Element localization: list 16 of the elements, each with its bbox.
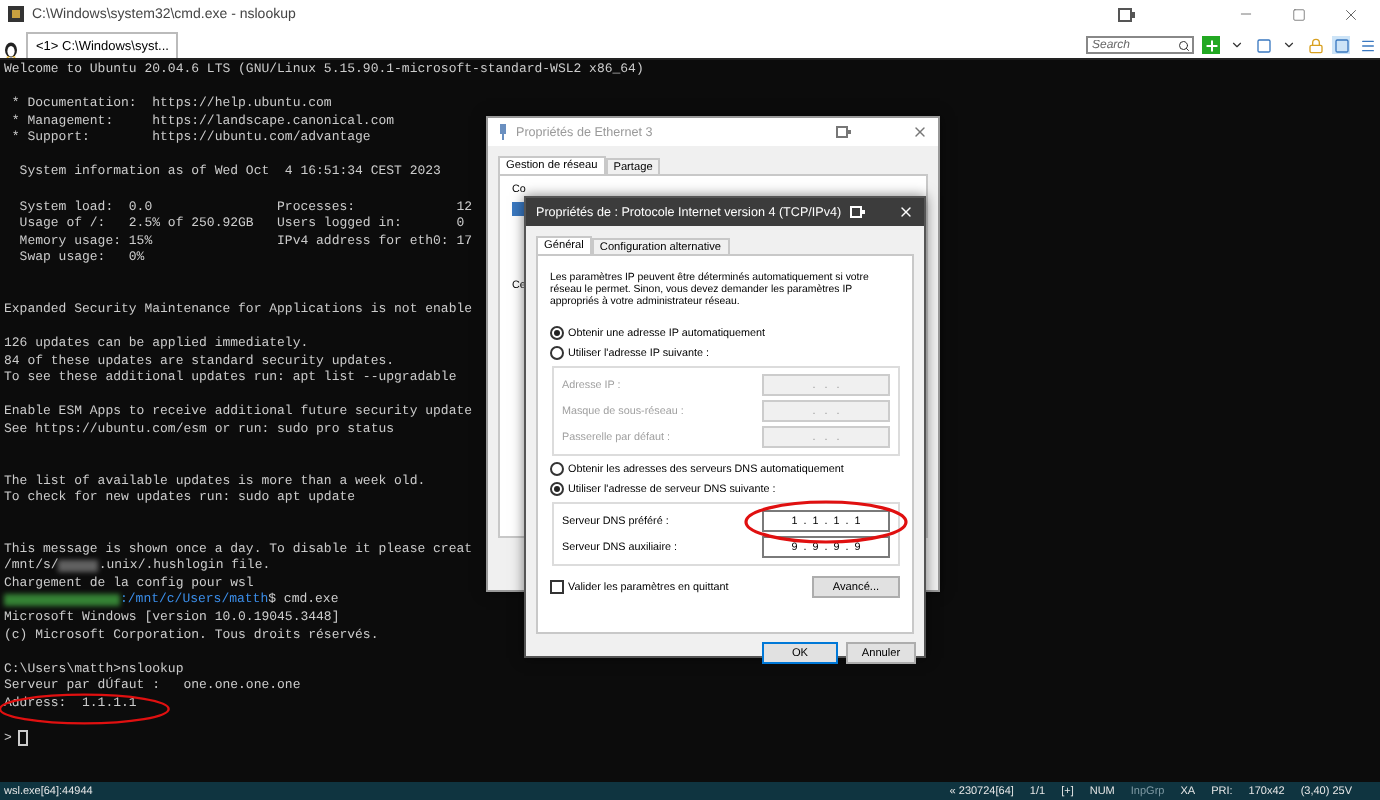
lock-icon[interactable] xyxy=(1306,36,1324,54)
layout-icon[interactable] xyxy=(1332,36,1350,54)
network-icon xyxy=(498,124,508,140)
device-icon xyxy=(836,126,852,138)
new-console-icon[interactable] xyxy=(1202,36,1220,54)
redaction-blur xyxy=(58,559,99,572)
network-adapter-icon xyxy=(512,202,524,216)
redaction-blur xyxy=(4,593,120,606)
window-icon[interactable] xyxy=(1254,36,1272,54)
search-icon[interactable] xyxy=(1178,39,1190,51)
console-icon xyxy=(8,6,24,22)
maximize-icon[interactable] xyxy=(1291,7,1305,21)
close-icon[interactable] xyxy=(1341,5,1359,23)
device-icon xyxy=(849,206,866,218)
menu-icon[interactable] xyxy=(1358,36,1376,54)
text-cursor xyxy=(17,729,28,746)
